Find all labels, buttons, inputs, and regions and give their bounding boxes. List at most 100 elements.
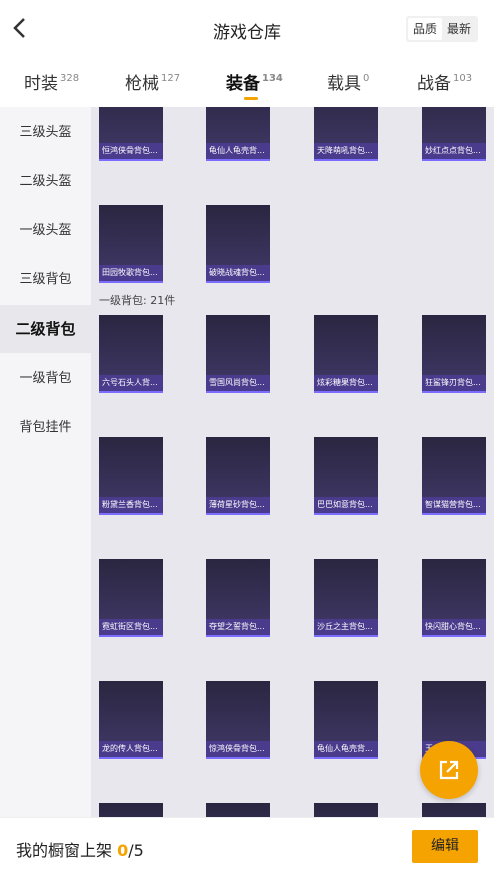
tab-label: 战备 bbox=[417, 74, 451, 94]
item-label: 巴巴如意背包... bbox=[314, 497, 378, 515]
item-grid: 恒鸿侠骨背包... 龟仙人龟壳背... 天降萌吼背包... 妙红点点背包... … bbox=[91, 107, 494, 817]
tab-guns[interactable]: 枪械 127 bbox=[125, 69, 180, 94]
backpack-thumbnail bbox=[314, 681, 378, 741]
item-card[interactable]: 智谋猫营背包... bbox=[422, 437, 486, 515]
sidebar-item-level2-helmet[interactable]: 二级头盔 bbox=[0, 158, 91, 206]
backpack-thumbnail bbox=[422, 437, 486, 497]
backpack-thumbnail bbox=[206, 437, 270, 497]
item-card[interactable]: 龟仙人龟壳背... bbox=[314, 681, 378, 759]
backpack-thumbnail bbox=[314, 559, 378, 619]
item-card[interactable] bbox=[99, 803, 163, 817]
app-root: 游戏仓库 品质 最新 时装 328 枪械 127 装备 134 载具 0 战备 103 三… bbox=[0, 0, 494, 875]
item-card[interactable] bbox=[314, 803, 378, 817]
sort-quality-option[interactable]: 品质 bbox=[407, 18, 442, 40]
item-card[interactable]: 夺望之誓背包... bbox=[206, 559, 270, 637]
item-label: 龙的传人背包... bbox=[99, 741, 163, 759]
sidebar-item-level3-backpack[interactable]: 三级背包 bbox=[0, 256, 91, 304]
item-card[interactable]: 龟仙人龟壳背... bbox=[206, 107, 270, 161]
backpack-thumbnail bbox=[422, 559, 486, 619]
category-tabs: 时装 328 枪械 127 装备 134 载具 0 战备 103 bbox=[0, 57, 494, 107]
tab-fashion[interactable]: 时装 328 bbox=[24, 69, 79, 94]
item-label: 龟仙人龟壳背... bbox=[206, 143, 270, 161]
tab-equipment[interactable]: 装备 134 bbox=[226, 69, 283, 100]
tab-label: 枪械 bbox=[125, 74, 159, 94]
active-tab-indicator bbox=[244, 97, 258, 100]
item-card[interactable] bbox=[206, 803, 270, 817]
item-label: 粉黛兰香背包... bbox=[99, 497, 163, 515]
backpack-thumbnail bbox=[206, 107, 270, 143]
showcase-label: 我的橱窗上架 bbox=[16, 841, 113, 860]
item-card[interactable]: 田园牧歌背包... bbox=[99, 205, 163, 283]
item-card[interactable]: 妙红点点背包... bbox=[422, 107, 486, 161]
backpack-thumbnail bbox=[206, 681, 270, 741]
tab-vehicles[interactable]: 载具 0 bbox=[327, 69, 369, 94]
tab-label: 载具 bbox=[327, 74, 361, 94]
backpack-thumbnail bbox=[422, 803, 486, 817]
showcase-count: 0 bbox=[117, 841, 129, 860]
tab-supplies[interactable]: 战备 103 bbox=[417, 69, 472, 94]
tab-label: 装备 bbox=[226, 74, 260, 94]
backpack-thumbnail bbox=[206, 559, 270, 619]
backpack-thumbnail bbox=[206, 205, 270, 265]
tab-count: 328 bbox=[60, 73, 80, 84]
tab-count: 134 bbox=[262, 73, 283, 84]
item-card[interactable]: 炫彩糖果背包... bbox=[314, 315, 378, 393]
backpack-thumbnail bbox=[422, 315, 486, 375]
item-card[interactable] bbox=[422, 803, 486, 817]
item-label: 炫彩糖果背包... bbox=[314, 375, 378, 393]
share-button[interactable] bbox=[420, 741, 478, 799]
backpack-thumbnail bbox=[99, 205, 163, 265]
sidebar-item-level2-backpack[interactable]: 二级背包 bbox=[0, 305, 91, 353]
item-card[interactable]: 快闪甜心背包... bbox=[422, 559, 486, 637]
item-label: 雪国风尚背包... bbox=[206, 375, 270, 393]
item-card[interactable]: 破晓战魂背包... bbox=[206, 205, 270, 283]
item-label: 惊鸿侠骨背包... bbox=[206, 741, 270, 759]
item-card[interactable]: 龙的传人背包... bbox=[99, 681, 163, 759]
sort-toggle[interactable]: 品质 最新 bbox=[405, 16, 478, 42]
item-card[interactable]: 恒鸿侠骨背包... bbox=[99, 107, 163, 161]
backpack-thumbnail bbox=[206, 803, 270, 817]
item-label: 霓虹街区背包... bbox=[99, 619, 163, 637]
backpack-thumbnail bbox=[99, 315, 163, 375]
sort-latest-option[interactable]: 最新 bbox=[442, 18, 476, 40]
backpack-thumbnail bbox=[99, 559, 163, 619]
back-button[interactable] bbox=[8, 14, 30, 42]
item-label: 快闪甜心背包... bbox=[422, 619, 486, 637]
item-label: 恒鸿侠骨背包... bbox=[99, 143, 163, 161]
showcase-status: 我的橱窗上架 0/5 bbox=[16, 837, 144, 861]
item-card[interactable]: 沙丘之主背包... bbox=[314, 559, 378, 637]
item-card[interactable]: 雪国风尚背包... bbox=[206, 315, 270, 393]
item-card[interactable]: 狂鲨锋刃背包... bbox=[422, 315, 486, 393]
sidebar-item-level1-helmet[interactable]: 一级头盔 bbox=[0, 207, 91, 255]
item-label: 狂鲨锋刃背包... bbox=[422, 375, 486, 393]
item-card[interactable]: 霓虹街区背包... bbox=[99, 559, 163, 637]
section-label: 一级背包: 21件 bbox=[99, 294, 176, 307]
item-card[interactable]: 天降萌吼背包... bbox=[314, 107, 378, 161]
item-label: 龟仙人龟壳背... bbox=[314, 741, 378, 759]
share-icon bbox=[439, 760, 459, 780]
sidebar-item-level1-backpack[interactable]: 一级背包 bbox=[0, 355, 91, 403]
item-card[interactable]: 薄荷星砂背包... bbox=[206, 437, 270, 515]
item-card[interactable]: 惊鸿侠骨背包... bbox=[206, 681, 270, 759]
item-card[interactable]: 六号石头人背... bbox=[99, 315, 163, 393]
backpack-thumbnail bbox=[99, 107, 163, 143]
chevron-left-icon bbox=[13, 18, 25, 38]
header: 游戏仓库 品质 最新 bbox=[0, 0, 494, 57]
sidebar-item-level3-helmet[interactable]: 三级头盔 bbox=[0, 109, 91, 157]
backpack-thumbnail bbox=[314, 437, 378, 497]
item-card[interactable]: 粉黛兰香背包... bbox=[99, 437, 163, 515]
item-label: 天降萌吼背包... bbox=[314, 143, 378, 161]
item-label: 六号石头人背... bbox=[99, 375, 163, 393]
item-label: 沙丘之主背包... bbox=[314, 619, 378, 637]
sidebar: 三级头盔 二级头盔 一级头盔 三级背包 二级背包 一级背包 背包挂件 bbox=[0, 107, 91, 817]
item-label: 智谋猫营背包... bbox=[422, 497, 486, 515]
backpack-thumbnail bbox=[206, 315, 270, 375]
edit-button[interactable]: 编辑 bbox=[412, 830, 478, 863]
item-card[interactable]: 巴巴如意背包... bbox=[314, 437, 378, 515]
tab-label: 时装 bbox=[24, 74, 58, 94]
backpack-thumbnail bbox=[314, 803, 378, 817]
backpack-thumbnail bbox=[422, 681, 486, 741]
backpack-thumbnail bbox=[99, 803, 163, 817]
item-label: 薄荷星砂背包... bbox=[206, 497, 270, 515]
sidebar-item-backpack-charm[interactable]: 背包挂件 bbox=[0, 404, 91, 452]
